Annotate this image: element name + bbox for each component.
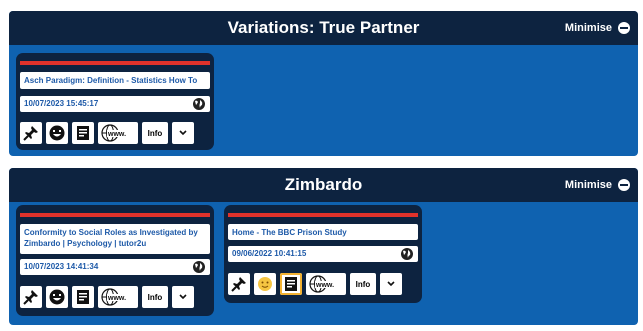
section-header: Zimbardo Minimise — [9, 168, 638, 202]
minimise-button[interactable]: Minimise — [565, 168, 630, 202]
minimise-label: Minimise — [564, 22, 612, 34]
card-actions: www. Info — [228, 273, 402, 295]
bookmark-datetime: 10/07/2023 15:45:17 — [24, 99, 99, 108]
bookmark-card: Home - The BBC Prison Study 09/06/2022 1… — [224, 205, 422, 303]
section-panel-true-partner: Variations: True Partner Minimise Asch P… — [9, 11, 638, 156]
bookmark-datetime: 10/07/2023 14:41:34 — [24, 262, 99, 271]
open-website-button[interactable]: www. — [98, 286, 138, 308]
pin-icon — [23, 290, 38, 305]
app-canvas: Variations: True Partner Minimise Asch P… — [0, 0, 643, 331]
info-button[interactable]: Info — [142, 286, 168, 308]
section-title: Zimbardo — [284, 175, 363, 194]
globe-icon[interactable] — [192, 97, 206, 111]
bookmark-link[interactable]: Asch Paradigm: Definition - Statistics H… — [20, 72, 210, 89]
pin-icon — [231, 277, 246, 292]
bookmark-card: Conformity to Social Roles as Investigat… — [16, 205, 214, 316]
bookmark-datetime: 09/06/2022 10:41:15 — [232, 249, 307, 258]
notes-icon — [285, 277, 297, 291]
open-website-button[interactable]: www. — [98, 122, 138, 144]
card-accent-bar — [20, 61, 210, 65]
smiley-icon — [49, 125, 65, 141]
notes-icon — [77, 126, 89, 140]
bookmark-card: Asch Paradigm: Definition - Statistics H… — [16, 53, 214, 150]
bookmark-date-row: 09/06/2022 10:41:15 — [228, 246, 418, 262]
section-header: Variations: True Partner Minimise — [9, 11, 638, 45]
notes-icon — [77, 290, 89, 304]
card-accent-bar — [228, 213, 418, 217]
globe-icon[interactable] — [192, 260, 206, 274]
more-dropdown-button[interactable] — [380, 273, 402, 295]
www-globe-icon: www. — [309, 275, 342, 293]
info-button[interactable]: Info — [142, 122, 168, 144]
svg-text:www.: www. — [107, 131, 126, 138]
pin-button[interactable] — [20, 122, 42, 144]
chevron-down-icon — [179, 130, 187, 136]
more-dropdown-button[interactable] — [172, 286, 194, 308]
minus-circle-icon — [618, 179, 630, 191]
notes-button[interactable] — [72, 286, 94, 308]
section-title: Variations: True Partner — [227, 18, 420, 37]
notes-button[interactable] — [280, 273, 302, 295]
pin-button[interactable] — [228, 273, 250, 295]
minimise-label: Minimise — [564, 179, 612, 191]
open-website-button[interactable]: www. — [306, 273, 346, 295]
bookmark-date-row: 10/07/2023 14:41:34 — [20, 259, 210, 275]
www-globe-icon: www. — [101, 124, 134, 142]
bookmark-date-row: 10/07/2023 15:45:17 — [20, 96, 210, 112]
svg-text:www.: www. — [107, 295, 126, 302]
chevron-down-icon — [179, 294, 187, 300]
card-accent-bar — [20, 213, 210, 217]
bookmark-link[interactable]: Home - The BBC Prison Study — [228, 224, 418, 240]
svg-text:www.: www. — [315, 282, 334, 289]
more-dropdown-button[interactable] — [172, 122, 194, 144]
smiley-icon — [49, 289, 65, 305]
card-actions: www. Info — [20, 122, 194, 144]
smiley-icon — [258, 277, 272, 291]
globe-icon[interactable] — [400, 247, 414, 261]
notes-button[interactable] — [72, 122, 94, 144]
minus-circle-icon — [618, 22, 630, 34]
pin-button[interactable] — [20, 286, 42, 308]
bookmark-link[interactable]: Conformity to Social Roles as Investigat… — [20, 224, 210, 254]
section-panel-zimbardo: Zimbardo Minimise Conformity to Social R… — [9, 168, 638, 325]
minimise-button[interactable]: Minimise — [565, 11, 630, 45]
chevron-down-icon — [387, 281, 395, 287]
reaction-button[interactable] — [46, 122, 68, 144]
reaction-button[interactable] — [254, 273, 276, 295]
info-button[interactable]: Info — [350, 273, 376, 295]
card-actions: www. Info — [20, 286, 194, 308]
www-globe-icon: www. — [101, 288, 134, 306]
reaction-button[interactable] — [46, 286, 68, 308]
pin-icon — [23, 126, 38, 141]
